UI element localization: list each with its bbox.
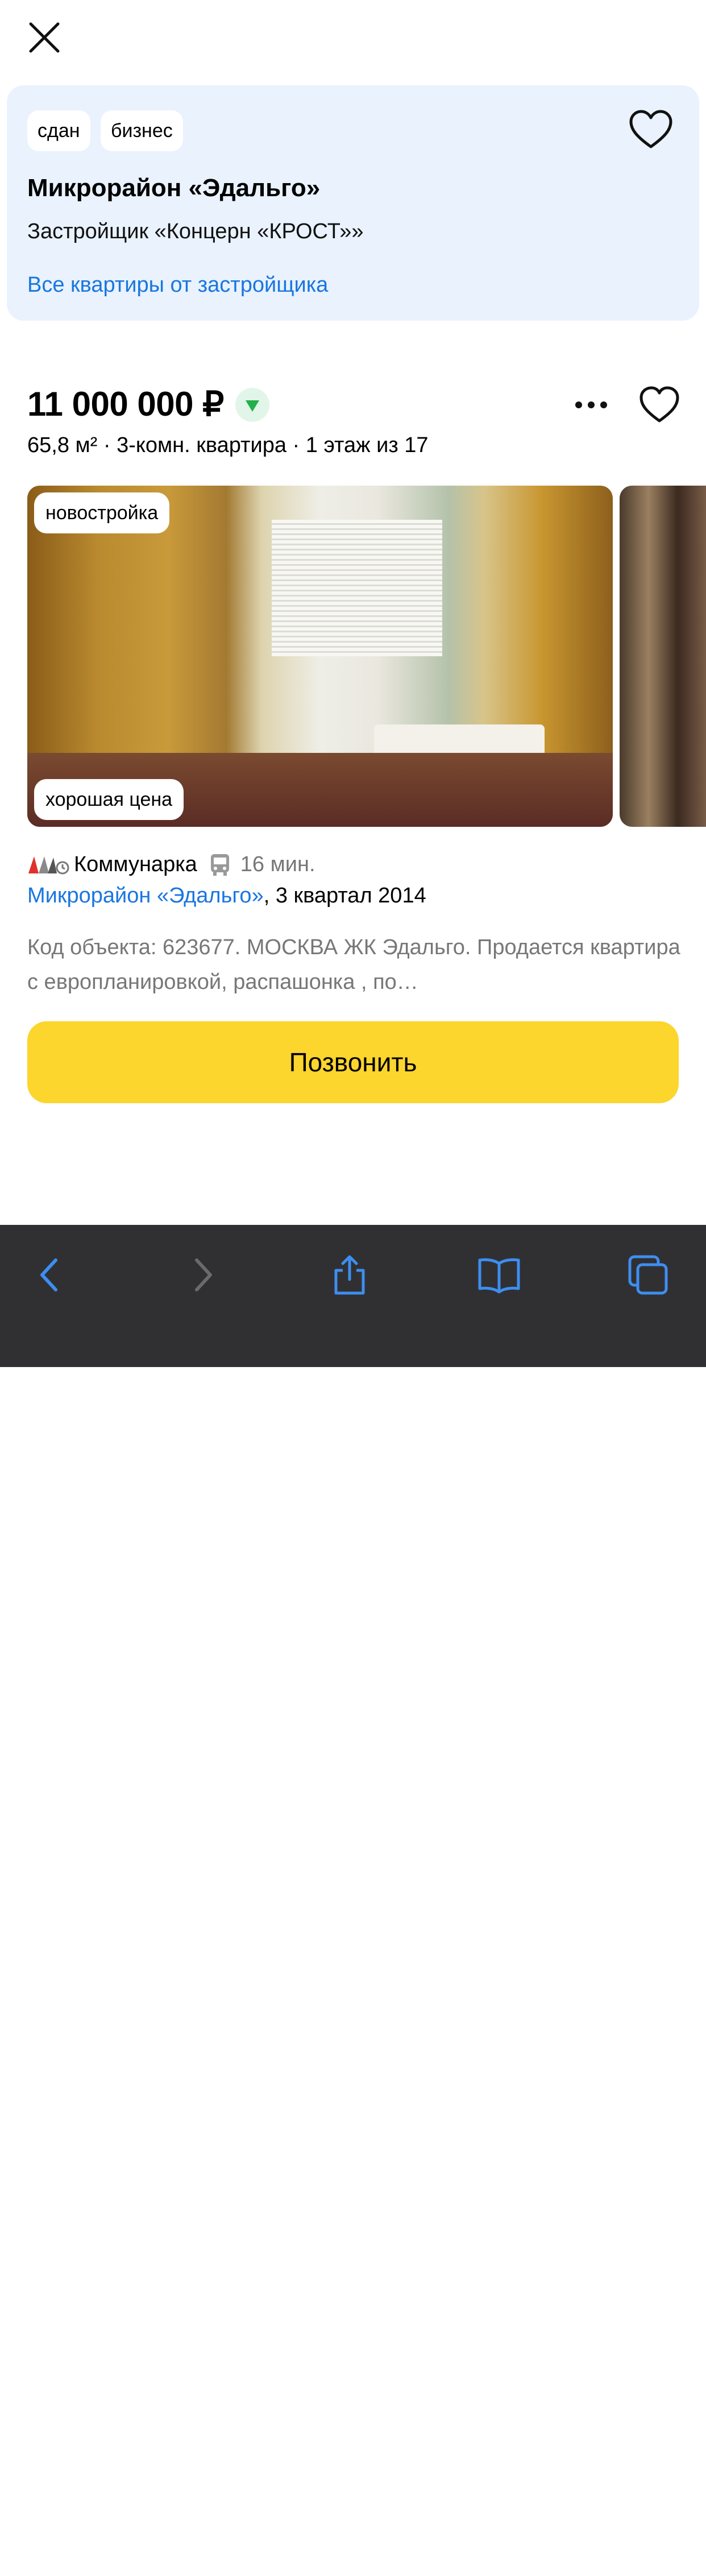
complex-row: Микрорайон «Эдальго», 3 квартал 2014 [27, 884, 426, 908]
back-button[interactable] [27, 1252, 73, 1298]
developer-name: Застройщик «Концерн «КРОСТ»» [27, 220, 364, 243]
metro-station: Коммунарка [74, 852, 197, 876]
new-building-tag: новостройка [34, 492, 170, 533]
complex-link[interactable]: Микрорайон «Эдальго» [27, 884, 264, 908]
window-blind [272, 520, 442, 656]
complex-card[interactable]: сдан бизнес Микрорайон «Эдальго» Застрой… [7, 85, 699, 321]
status-chip: сдан [27, 110, 90, 151]
completion-date: , 3 квартал 2014 [263, 884, 426, 908]
price: 11 000 000 ₽ [27, 385, 224, 423]
forward-icon [195, 1258, 212, 1291]
tabs-icon [628, 1255, 668, 1295]
all-apartments-link[interactable]: Все квартиры от застройщика [27, 273, 328, 297]
browser-toolbar [0, 1225, 706, 2576]
home-indicator [226, 2568, 480, 2576]
forward-button[interactable] [180, 1252, 225, 1298]
share-button[interactable] [327, 1252, 372, 1298]
bus-icon [210, 854, 229, 876]
complex-title: Микрорайон «Эдальго» [27, 174, 321, 202]
bookmarks-icon [478, 1258, 520, 1294]
heart-icon [639, 386, 679, 423]
listing-description[interactable]: Код объекта: 623677. МОСКВА ЖК Эдальго. … [27, 930, 681, 1000]
listing-favorite-button[interactable] [637, 382, 682, 428]
metro-logo-icon [28, 856, 69, 875]
call-button[interactable]: Позвонить [27, 1021, 679, 1103]
listing-photo[interactable] [27, 486, 613, 827]
complex-favorite-button[interactable] [625, 105, 676, 156]
travel-time: 16 мин. [240, 852, 315, 876]
heart-icon [629, 110, 672, 148]
class-chip: бизнес [101, 110, 183, 151]
price-drop-badge [235, 388, 269, 422]
tabs-button[interactable] [625, 1252, 671, 1298]
share-icon [334, 1255, 365, 1295]
back-icon [40, 1258, 57, 1291]
metro-row: Коммунарка 16 мин. [27, 847, 315, 881]
more-button[interactable] [568, 388, 614, 422]
more-dots-icon [575, 401, 607, 408]
good-price-tag: хорошая цена [34, 779, 184, 820]
close-button[interactable] [27, 20, 61, 55]
bookmarks-button[interactable] [476, 1252, 522, 1298]
close-icon [29, 22, 60, 53]
price-down-icon [246, 400, 259, 412]
next-listing-photo[interactable] [620, 486, 706, 827]
apartment-details: 65,8 м² · 3-комн. квартира · 1 этаж из 1… [27, 433, 429, 457]
